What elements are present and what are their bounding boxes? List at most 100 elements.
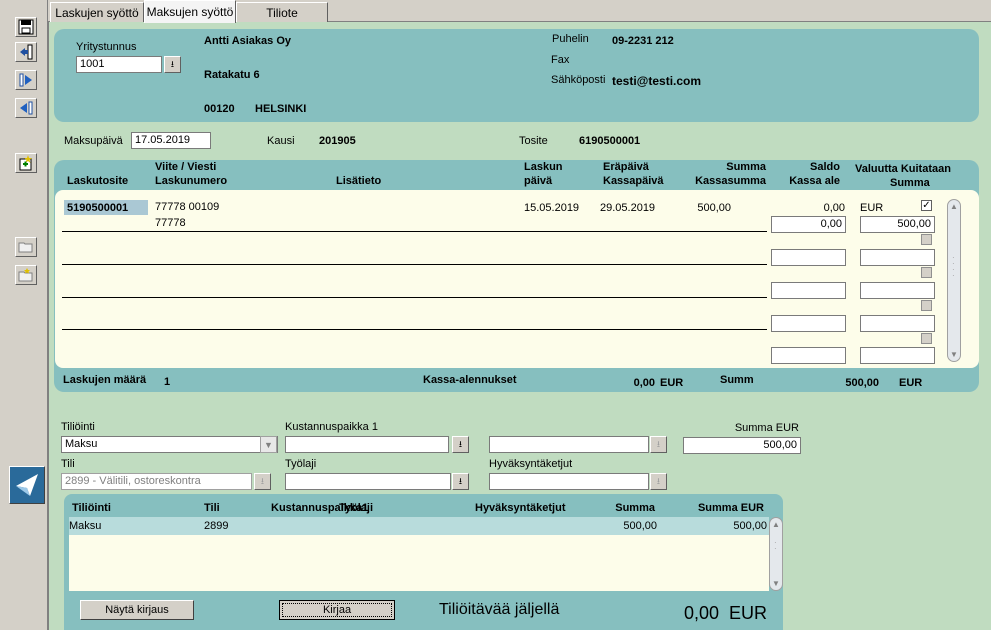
col-currency-settle: Valuutta Kuitataan — [855, 163, 951, 175]
row-settle-checkbox[interactable]: ✓ — [921, 200, 932, 211]
row-voucher[interactable]: 5190500001 — [67, 202, 128, 214]
row-cash-discount-field[interactable] — [771, 282, 846, 299]
cost-center-field[interactable] — [285, 436, 449, 453]
approvers-label: Hyväksyntäketjut — [489, 458, 573, 470]
work-type-label: Työlaji — [285, 458, 317, 470]
posting-type-select[interactable]: Maksu — [61, 436, 278, 453]
row-invoice-date: 15.05.2019 — [524, 202, 580, 214]
payment-date-label: Maksupäivä — [64, 135, 123, 147]
cost-center-2-field[interactable] — [489, 436, 649, 453]
col-cash-discount: Kassa ale — [789, 175, 840, 187]
row-settle-sum-field[interactable] — [860, 315, 935, 332]
voucher-label: Tosite — [519, 135, 548, 147]
col-sum: Summa — [726, 161, 766, 173]
col-invoice-no: Laskunumero — [155, 175, 228, 187]
postings-table-body — [69, 535, 769, 591]
col-invoice-date-1: Laskun — [524, 161, 563, 173]
row-settle-checkbox[interactable] — [921, 300, 932, 311]
postings-row-account: 2899 — [204, 520, 229, 532]
row-settle-sum-field[interactable] — [860, 249, 935, 266]
postings-row-sum-eur: 500,00 — [733, 520, 767, 532]
row-settle-checkbox[interactable] — [921, 333, 932, 344]
phone-label: Puhelin — [552, 33, 589, 45]
next-icon — [19, 73, 32, 87]
row-cash-discount-field[interactable] — [771, 249, 846, 266]
row-settle-sum-field[interactable] — [860, 347, 935, 364]
account-field[interactable]: 2899 - Välitili, ostoreskontra — [61, 473, 252, 490]
scroll-down-icon[interactable]: ▼ — [950, 350, 958, 359]
scroll-down-icon[interactable]: ▼ — [772, 579, 780, 588]
row-divider — [62, 297, 767, 298]
account-lookup-button[interactable]: ⭳ — [254, 473, 271, 490]
row-divider — [62, 329, 767, 330]
cost-center-label: Kustannuspaikka 1 — [285, 421, 378, 433]
prev-icon — [20, 101, 33, 115]
invoice-list-scrollbar[interactable]: ▲ · · · · ▼ — [947, 199, 961, 362]
row-settle-checkbox[interactable] — [921, 234, 932, 245]
open-folder-button[interactable] — [15, 237, 37, 257]
exit-button[interactable] — [15, 42, 37, 62]
table-row[interactable] — [69, 517, 769, 535]
new-icon — [19, 155, 32, 171]
tab-strip: Laskujen syöttö Maksujen syöttö Tiliote — [48, 0, 991, 23]
tab-invoice-entry[interactable]: Laskujen syöttö — [50, 2, 144, 22]
folder-icon — [18, 268, 33, 282]
company-id-lookup-button[interactable]: ⭳ — [164, 56, 181, 73]
row-cash-discount-field[interactable]: 0,00 — [771, 216, 846, 233]
row-invoice-no: 77778 — [155, 217, 186, 229]
row-settle-sum-field[interactable]: 500,00 — [860, 216, 935, 233]
posting-type-label: Tiliöinti — [61, 421, 95, 433]
save-button[interactable] — [15, 17, 37, 37]
row-settle-sum-field[interactable] — [860, 282, 935, 299]
dropdown-arrow-icon: ⭳ — [656, 438, 661, 449]
postings-col-account: Tili — [204, 502, 220, 514]
approvers-lookup-button[interactable]: ⭳ — [650, 473, 667, 490]
row-settle-checkbox[interactable] — [921, 267, 932, 278]
remaining-value: 0,00 — [683, 603, 719, 623]
work-type-field[interactable] — [285, 473, 451, 490]
postings-scrollbar[interactable]: ▲ · · ▼ — [769, 517, 783, 591]
period-value: 201905 — [319, 135, 356, 147]
folder-button[interactable] — [15, 265, 37, 285]
period-label: Kausi — [267, 135, 295, 147]
invoice-count: 1 — [164, 376, 171, 388]
show-posting-button[interactable]: Näytä kirjaus — [80, 600, 194, 620]
posting-sum-field[interactable]: 500,00 — [683, 437, 801, 454]
posting-sum-label: Summa EUR — [734, 422, 799, 434]
payment-date-field[interactable]: 17.05.2019 — [131, 132, 211, 149]
total-sum-label: Summ — [720, 374, 754, 386]
work-type-lookup-button[interactable]: ⭳ — [452, 473, 469, 490]
scroll-grip-icon[interactable]: · · — [774, 539, 777, 553]
row-ref: 77778 00109 — [155, 201, 220, 213]
cash-discounts-currency: EUR — [660, 377, 684, 389]
cost-center-2-lookup-button[interactable]: ⭳ — [650, 436, 667, 453]
dropdown-arrow-icon: ⭳ — [458, 438, 463, 449]
customer-street: Ratakatu 6 — [204, 69, 260, 81]
customer-city: HELSINKI — [255, 103, 307, 115]
scroll-grip-icon[interactable]: · · · · — [952, 254, 955, 280]
approvers-field[interactable] — [489, 473, 649, 490]
account-label: Tili — [61, 458, 75, 470]
tab-bank-statement[interactable]: Tiliote — [236, 2, 328, 22]
tab-payment-entry[interactable]: Maksujen syöttö — [144, 0, 236, 23]
fax-label: Fax — [551, 54, 570, 66]
left-toolbar — [0, 0, 48, 630]
customer-name: Antti Asiakas Oy — [204, 35, 292, 47]
postings-col-approvers: Hyväksyntäketjut — [475, 502, 566, 514]
row-cash-discount-field[interactable] — [771, 347, 846, 364]
new-button[interactable] — [15, 153, 37, 173]
total-sum-value: 500,00 — [845, 377, 879, 389]
row-balance: 0,00 — [823, 202, 845, 214]
postings-col-sum-eur: Summa EUR — [697, 502, 764, 514]
app-logo-button[interactable] — [9, 466, 45, 504]
scroll-up-icon[interactable]: ▲ — [950, 202, 958, 211]
posting-type-dropdown-button[interactable]: ▼ — [260, 436, 277, 453]
row-cash-discount-field[interactable] — [771, 315, 846, 332]
prev-button[interactable] — [15, 98, 37, 118]
col-balance: Saldo — [810, 161, 840, 173]
cost-center-lookup-button[interactable]: ⭳ — [452, 436, 469, 453]
post-button[interactable]: Kirjaa — [279, 600, 395, 620]
next-button[interactable] — [15, 70, 37, 90]
company-id-field[interactable]: 1001 — [76, 56, 162, 73]
scroll-up-icon[interactable]: ▲ — [772, 520, 780, 529]
